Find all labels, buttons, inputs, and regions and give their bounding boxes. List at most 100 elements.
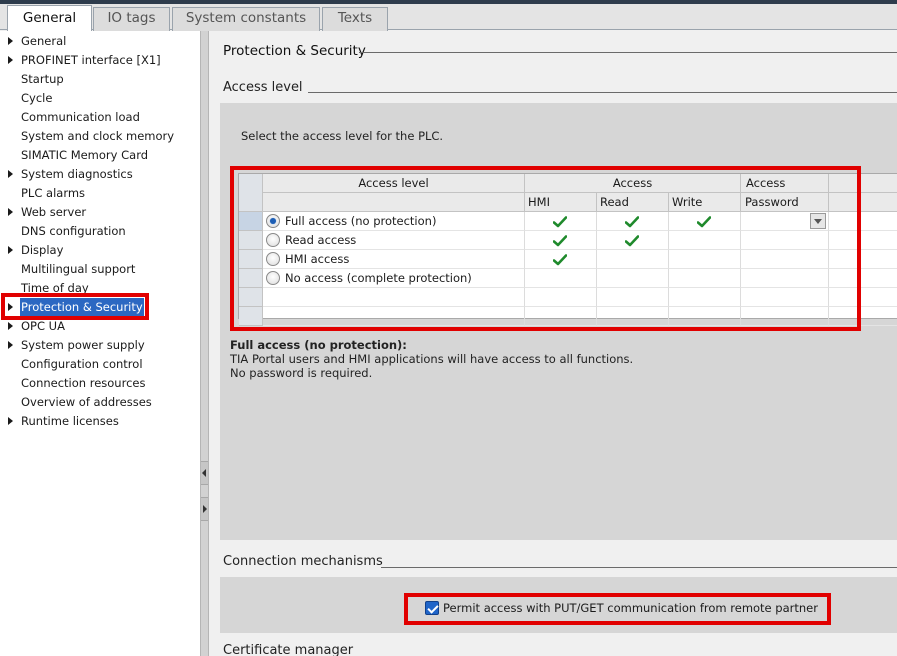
password-dropdown-icon[interactable] — [810, 213, 826, 229]
put-get-checkbox[interactable] — [425, 601, 439, 615]
table-cell — [741, 269, 829, 288]
page-title: Protection & Security — [223, 43, 366, 59]
tab-bar: General IO tags System constants Texts — [0, 4, 897, 31]
table-cell — [829, 307, 897, 326]
expand-arrow-icon[interactable] — [8, 322, 13, 330]
expand-arrow-icon[interactable] — [8, 170, 13, 178]
tree-item[interactable]: Communication load — [0, 108, 200, 127]
table-cell — [597, 250, 669, 269]
table-cell — [829, 250, 897, 269]
expand-arrow-icon[interactable] — [8, 246, 13, 254]
column-group-access-permission: Access permi... — [741, 174, 829, 208]
tree-item[interactable]: Configuration control — [0, 355, 200, 374]
row-header[interactable] — [239, 269, 263, 288]
put-get-label[interactable]: Permit access with PUT/GET communication… — [443, 601, 818, 615]
tree-item[interactable]: PROFINET interface [X1] — [0, 51, 200, 70]
access-level-radio[interactable] — [266, 233, 280, 247]
tree-item[interactable]: Runtime licenses — [0, 412, 200, 431]
tree-item[interactable]: DNS configuration — [0, 222, 200, 241]
tree-item-label: Overview of addresses — [21, 395, 152, 409]
table-cell — [525, 269, 597, 288]
access-level-table: Access level Access Access permi... HMI … — [238, 173, 897, 326]
tree-item[interactable]: Cycle — [0, 89, 200, 108]
tree-item[interactable]: Overview of addresses — [0, 393, 200, 412]
tree-item-label: DNS configuration — [21, 224, 126, 238]
check-icon — [624, 235, 640, 247]
tree-item[interactable]: SIMATIC Memory Card — [0, 146, 200, 165]
table-cell — [669, 288, 741, 307]
expand-right-button[interactable] — [201, 497, 208, 521]
check-icon — [552, 254, 568, 266]
table-cell — [829, 288, 897, 307]
tree-item[interactable]: Connection resources — [0, 374, 200, 393]
tree-item-label: Runtime licenses — [21, 414, 119, 428]
column-empty — [829, 193, 897, 212]
table-cell — [741, 307, 829, 326]
title-divider — [359, 52, 897, 53]
row-header[interactable] — [239, 212, 263, 231]
access-level-radio[interactable] — [266, 214, 280, 228]
table-cell — [741, 231, 829, 250]
row-header[interactable] — [239, 231, 263, 250]
tree-item[interactable]: Multilingual support — [0, 260, 200, 279]
tree-item[interactable]: PLC alarms — [0, 184, 200, 203]
tree-item[interactable]: Protection & Security — [0, 298, 200, 317]
row-header[interactable] — [239, 288, 263, 307]
tree-item-label: Connection resources — [21, 376, 146, 390]
table-cell — [669, 231, 741, 250]
access-level-label[interactable]: No access (complete protection) — [285, 271, 472, 285]
column-group-access: Access — [525, 174, 741, 193]
tree-item-label: Cycle — [21, 91, 53, 105]
tree-item-label: OPC UA — [21, 319, 65, 333]
access-level-radio[interactable] — [266, 271, 280, 285]
tab-io-tags[interactable]: IO tags — [93, 7, 170, 31]
tree-item-label: Web server — [21, 205, 87, 219]
tree-item[interactable]: Display — [0, 241, 200, 260]
panel-splitter[interactable] — [200, 31, 209, 656]
expand-arrow-icon[interactable] — [8, 208, 13, 216]
column-group-access-level: Access level — [263, 174, 525, 193]
tab-system-constants[interactable]: System constants — [172, 7, 320, 31]
access-level-label[interactable]: HMI access — [285, 252, 349, 266]
tree-item-label: General — [21, 34, 67, 48]
check-icon — [624, 216, 640, 228]
tree-item[interactable]: Web server — [0, 203, 200, 222]
access-level-divider — [308, 92, 897, 93]
access-level-label[interactable]: Full access (no protection) — [285, 214, 436, 228]
tree-item[interactable]: System power supply — [0, 336, 200, 355]
column-read: Read — [597, 193, 669, 212]
check-icon — [696, 216, 712, 228]
access-level-radio[interactable] — [266, 252, 280, 266]
navigation-tree: General PROFINET interface [X1] Startup Cyc… — [0, 31, 200, 656]
table-cell — [829, 269, 897, 288]
tree-item-label: System and clock memory — [21, 129, 175, 143]
expand-arrow-icon[interactable] — [8, 341, 13, 349]
tree-item[interactable]: System diagnostics — [0, 165, 200, 184]
expand-arrow-icon[interactable] — [8, 37, 13, 45]
access-level-label[interactable]: Read access — [285, 233, 356, 247]
access-info-line-1: TIA Portal users and HMI applications wi… — [230, 352, 634, 366]
tab-general[interactable]: General — [7, 5, 92, 31]
row-header[interactable] — [239, 250, 263, 269]
tree-item[interactable]: System and clock memory — [0, 127, 200, 146]
expand-arrow-icon[interactable] — [8, 303, 13, 311]
tab-texts[interactable]: Texts — [322, 7, 388, 31]
tree-item[interactable]: Time of day — [0, 279, 200, 298]
connection-mechanisms-divider — [381, 567, 897, 568]
check-icon — [552, 216, 568, 228]
tree-item[interactable]: OPC UA — [0, 317, 200, 336]
tree-item[interactable]: Startup — [0, 70, 200, 89]
column-access-level-sub — [263, 193, 525, 212]
tree-item[interactable]: General — [0, 32, 200, 51]
expand-arrow-icon[interactable] — [8, 56, 13, 64]
tree-item-label: Startup — [21, 72, 64, 86]
table-cell — [597, 307, 669, 326]
collapse-left-button[interactable] — [201, 461, 208, 485]
connection-mechanisms-heading: Connection mechanisms — [223, 554, 383, 569]
table-cell — [669, 307, 741, 326]
table-cell — [525, 307, 597, 326]
access-info-title: Full access (no protection): — [230, 338, 407, 352]
row-header[interactable] — [239, 307, 263, 326]
table-cell — [829, 231, 897, 250]
expand-arrow-icon[interactable] — [8, 417, 13, 425]
